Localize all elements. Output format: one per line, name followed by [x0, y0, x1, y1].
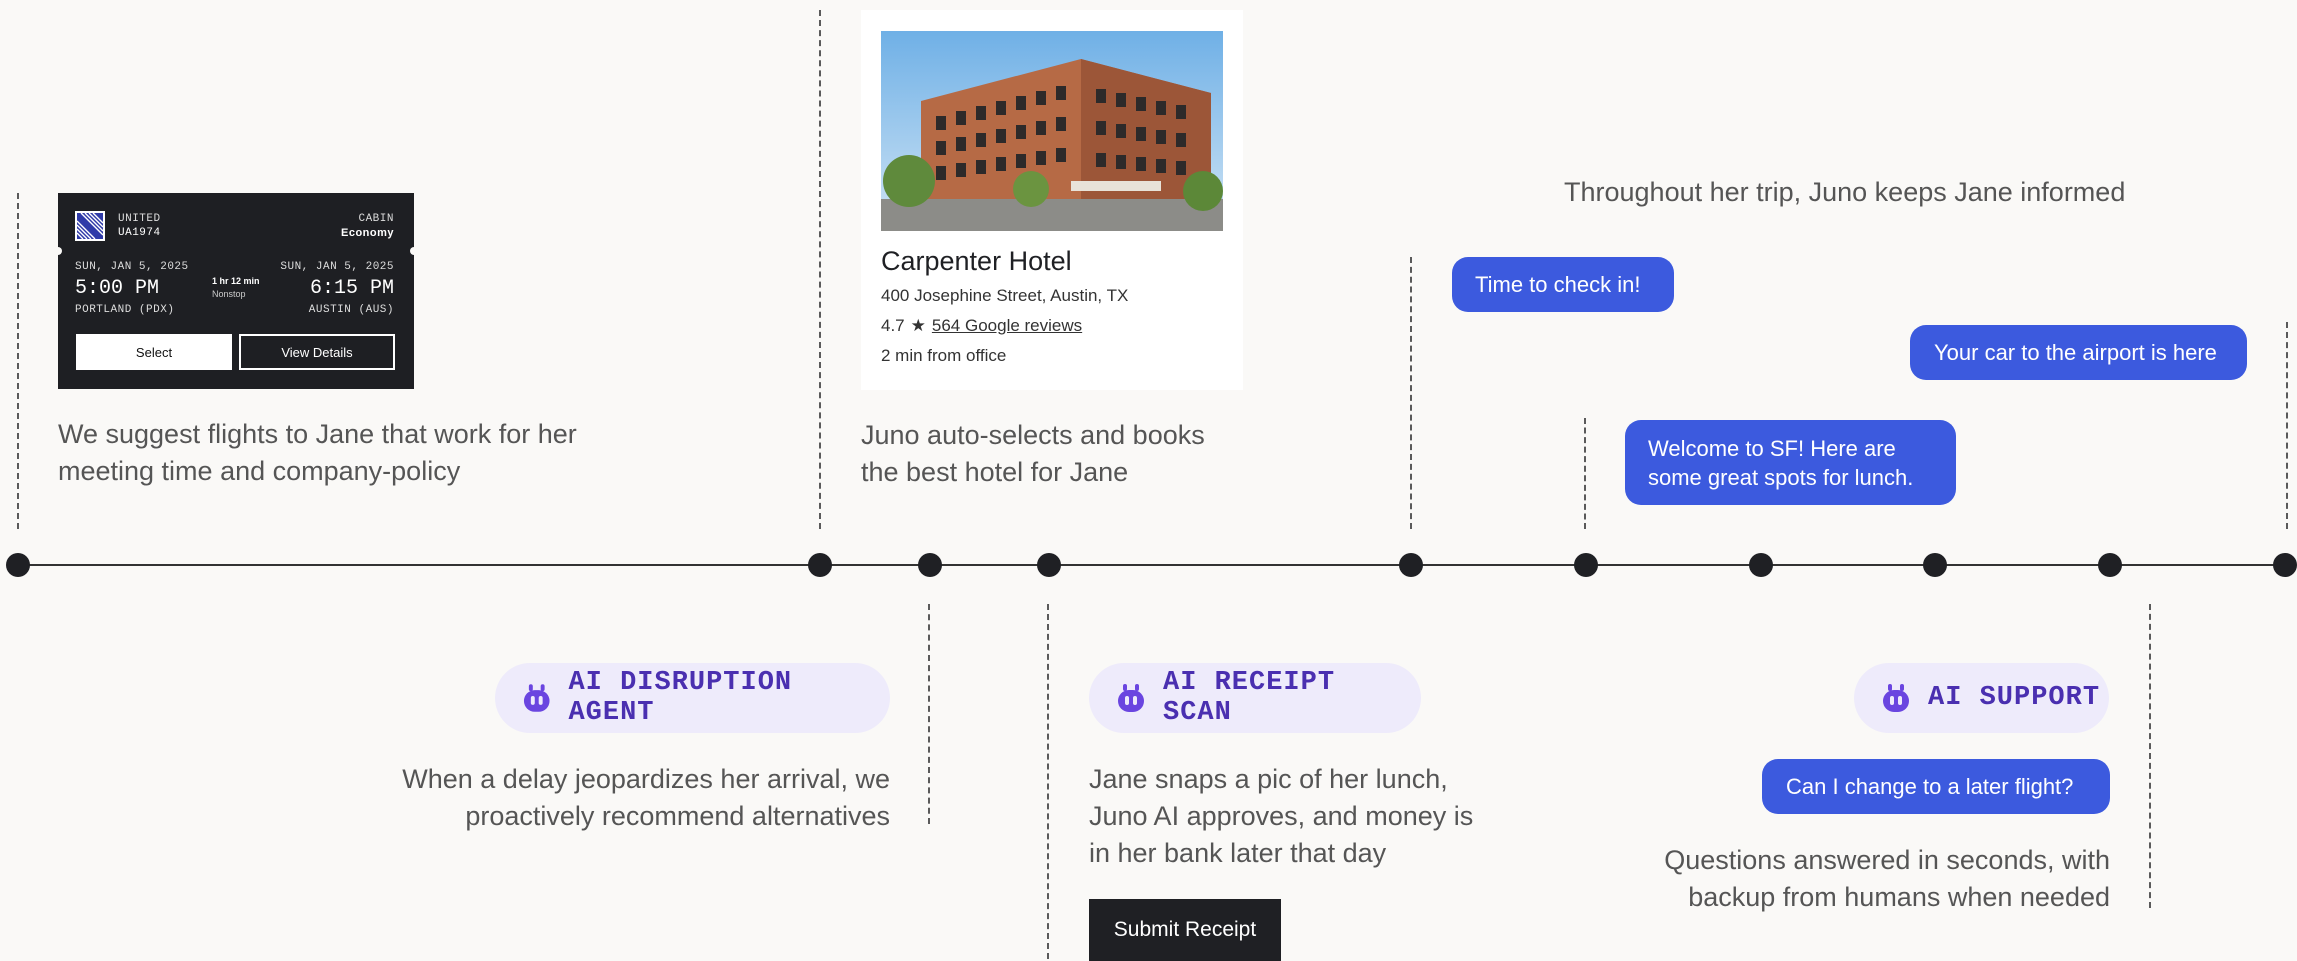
flight-card: UNITED UA1974 CABIN Economy SUN, JAN 5, …: [54, 193, 418, 389]
ai-support-badge: AI SUPPORT: [1854, 663, 2109, 733]
checkin-bubble: Time to check in!: [1452, 257, 1674, 312]
car-bubble: Your car to the airport is here: [1910, 325, 2247, 380]
hotel-rating-row: 4.7 ★ 564 Google reviews: [881, 316, 1082, 336]
connector-line: [1047, 604, 1049, 959]
ai-receipt-label: AI RECEIPT SCAN: [1163, 668, 1336, 728]
hotel-caption: Juno auto-selects and books the best hot…: [861, 420, 1205, 487]
depart-time: 5:00 PM: [75, 277, 160, 300]
ai-receipt-badge: AI RECEIPT SCAN: [1089, 663, 1421, 733]
welcome-bubble: Welcome to SF! Here are some great spots…: [1625, 420, 1956, 505]
submit-receipt-button[interactable]: Submit Receipt: [1089, 899, 1281, 961]
airline-name: UNITED: [118, 213, 161, 225]
support-caption: Questions answered in seconds, with back…: [1664, 845, 2110, 912]
ai-support-label: AI SUPPORT: [1928, 683, 2101, 713]
united-globe-icon: [75, 211, 105, 241]
star-icon: ★: [910, 316, 926, 335]
connector-line: [2149, 604, 2151, 908]
cabin-value: Economy: [340, 227, 394, 239]
cabin-label: CABIN: [358, 213, 394, 225]
select-flight-button[interactable]: Select: [76, 334, 232, 370]
robot-icon: [1118, 684, 1144, 712]
timeline-dot: [1037, 553, 1061, 577]
timeline-dot: [1574, 553, 1598, 577]
hotel-name: Carpenter Hotel: [881, 246, 1072, 276]
timeline-dot: [2273, 553, 2297, 577]
timeline-dot: [918, 553, 942, 577]
connector-line: [819, 10, 821, 529]
arrive-time: 6:15 PM: [309, 277, 394, 300]
reviews-link[interactable]: 564 Google reviews: [932, 316, 1082, 336]
view-details-button[interactable]: View Details: [239, 334, 395, 370]
robot-icon: [523, 684, 550, 712]
connector-line: [1584, 418, 1586, 529]
hotel-card: Carpenter Hotel 400 Josephine Street, Au…: [861, 10, 1243, 390]
support-question-bubble: Can I change to a later flight?: [1762, 759, 2110, 814]
arrive-city: AUSTIN (AUS): [308, 304, 394, 316]
robot-icon: [1883, 684, 1909, 712]
timeline-dot: [2098, 553, 2122, 577]
connector-line: [2286, 322, 2288, 529]
timeline-dot: [1399, 553, 1423, 577]
connector-line: [17, 193, 19, 529]
timeline-dot: [808, 553, 832, 577]
flight-duration: 1 hr 12 min: [212, 276, 260, 286]
timeline-dot: [6, 553, 30, 577]
flight-caption: We suggest flights to Jane that work for…: [58, 419, 577, 486]
timeline-dot: [1749, 553, 1773, 577]
ai-disruption-label: AI DISRUPTION AGENT: [568, 668, 793, 728]
disruption-caption: When a delay jeopardizes her arrival, we…: [402, 764, 890, 831]
connector-line: [928, 604, 930, 824]
flight-number: UA1974: [118, 227, 161, 239]
hotel-photo: [881, 31, 1223, 231]
receipt-caption: Jane snaps a pic of her lunch, Juno AI a…: [1089, 764, 1474, 868]
timeline-dot: [1923, 553, 1947, 577]
hotel-distance: 2 min from office: [881, 346, 1007, 365]
flight-stops: Nonstop: [212, 289, 246, 299]
ai-disruption-badge: AI DISRUPTION AGENT: [495, 663, 890, 733]
hotel-address: 400 Josephine Street, Austin, TX: [881, 286, 1129, 305]
notifications-heading: Throughout her trip, Juno keeps Jane inf…: [1564, 177, 2126, 207]
depart-date: SUN, JAN 5, 2025: [75, 261, 189, 273]
connector-line: [1410, 257, 1412, 529]
depart-city: PORTLAND (PDX): [75, 304, 175, 316]
hotel-rating: 4.7: [881, 316, 905, 335]
arrive-date: SUN, JAN 5, 2025: [280, 261, 394, 273]
